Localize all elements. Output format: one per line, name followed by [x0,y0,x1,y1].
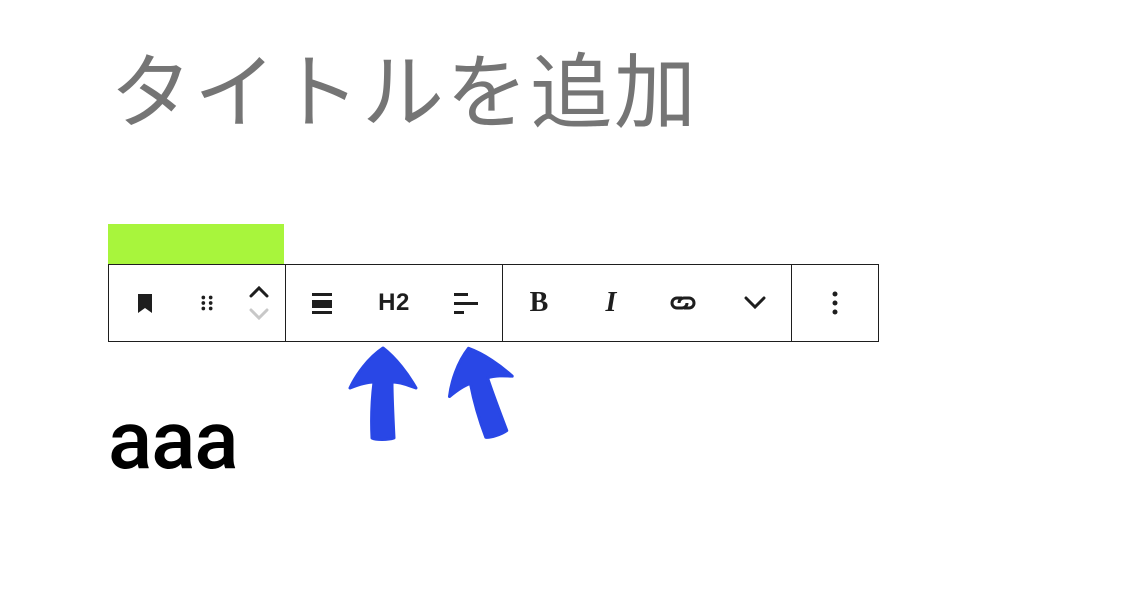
heading-level-label: H2 [378,289,410,317]
drag-handle-icon [196,292,218,314]
bold-label: B [530,287,549,319]
block-align-button[interactable] [286,265,358,341]
toolbar-group-options [792,264,879,342]
move-down-button[interactable] [249,305,269,323]
chevron-up-icon [249,286,269,298]
italic-button[interactable]: I [575,265,647,341]
text-align-button[interactable] [430,265,502,341]
move-up-button[interactable] [249,283,269,301]
block-toolbar: H2 B I [108,264,879,342]
bookmark-icon [133,291,157,315]
align-icon [309,290,335,316]
post-title-input[interactable] [108,48,1012,140]
chevron-down-icon [744,296,766,310]
heading-level-button[interactable]: H2 [358,265,430,341]
italic-label: I [606,287,617,319]
annotation-arrow-2 [423,327,543,459]
toolbar-group-heading: H2 [286,264,503,342]
toolbar-group-inline: B I [503,264,792,342]
link-icon [668,293,698,313]
block-options-button[interactable] [792,265,878,341]
toolbar-group-block [108,264,286,342]
link-button[interactable] [647,265,719,341]
more-inline-button[interactable] [719,265,791,341]
more-vertical-icon [831,290,839,316]
heading-block-content[interactable]: aaa [108,400,238,482]
block-movers [233,265,285,341]
bold-button[interactable]: B [503,265,575,341]
chevron-down-icon [249,308,269,320]
text-align-left-icon [452,290,480,316]
block-type-button[interactable] [109,265,181,341]
annotation-arrow-1 [338,340,428,450]
drag-handle-button[interactable] [181,265,233,341]
block-highlight-marker [108,224,284,264]
